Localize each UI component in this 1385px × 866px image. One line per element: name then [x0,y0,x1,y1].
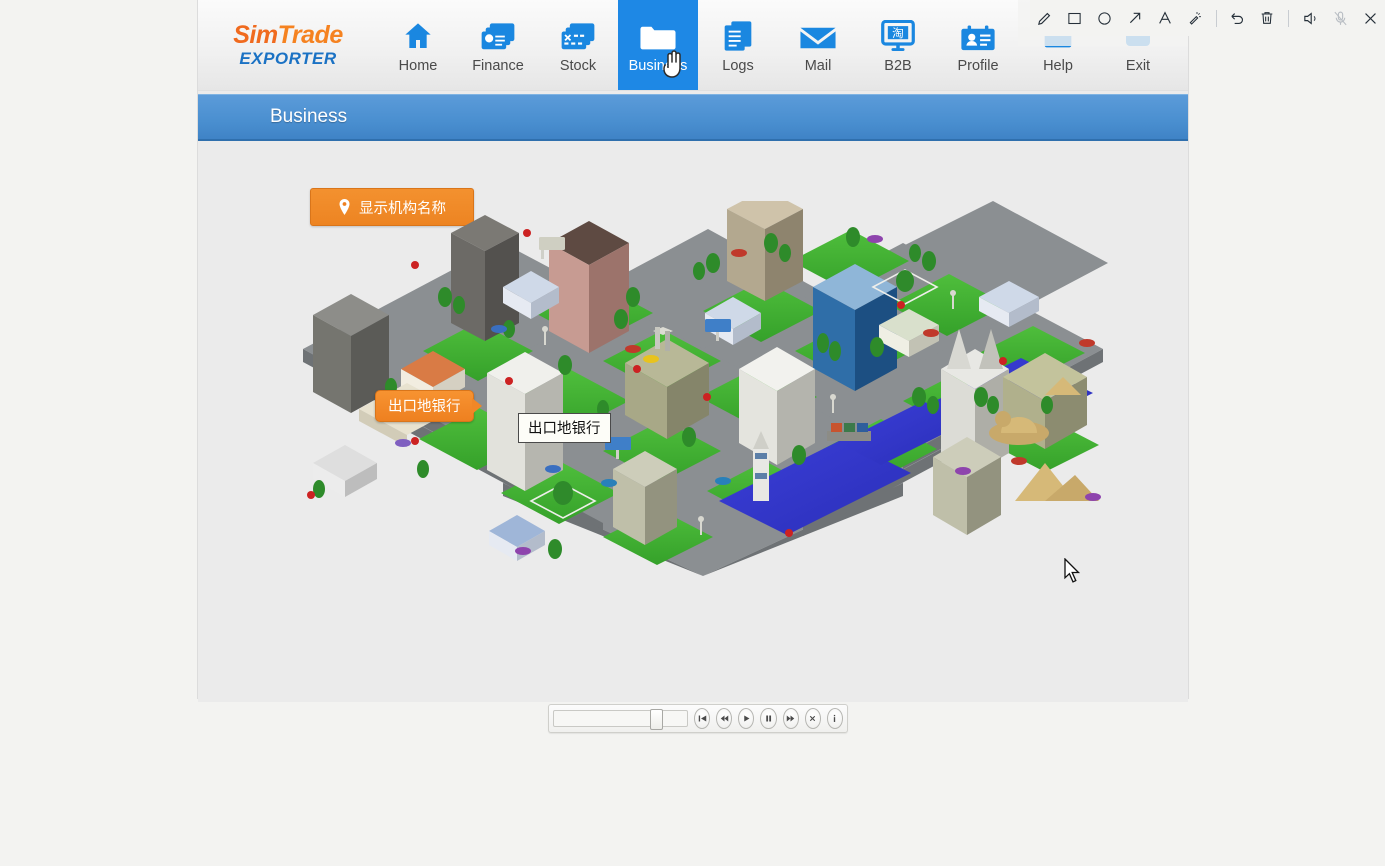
monitor-icon: 淘 [880,16,916,52]
playback-slider-thumb[interactable] [649,709,663,730]
screen: SimTrade EXPORTER Home Finance Stock Bus… [0,0,1385,866]
playback-controls-bar [548,704,848,733]
text-icon[interactable] [1152,4,1178,32]
nav-label-mail: Mail [804,58,832,74]
finance-icon [480,16,516,52]
building-white-tower-right [739,347,815,465]
nav-item-mail[interactable]: Mail [778,0,858,90]
business-content-area: 显示机构名称 出口地银行 出口地银行 [198,141,1188,702]
city-map-graphic[interactable] [303,201,1108,576]
nav-label-profile: Profile [957,58,999,74]
page-title-bar: Business [198,94,1188,141]
nav-label-b2b: B2B [884,58,912,74]
playback-progress-slider[interactable] [553,709,688,730]
map-label-text-orange: 出口地银行 [388,399,461,415]
logs-icon [721,16,755,52]
play-button[interactable] [738,708,755,729]
toolbar-divider [1215,9,1217,27]
rectangle-icon[interactable] [1062,4,1088,32]
trash-icon[interactable] [1254,4,1280,32]
nav-label-business: Business [628,58,688,74]
screen-recorder-toolbar [1030,0,1385,36]
nav-item-finance[interactable]: Finance [458,0,538,90]
mail-icon [799,16,837,52]
stop-close-button[interactable] [804,708,821,729]
nav-label-finance: Finance [472,58,524,74]
app-logo: SimTrade EXPORTER [198,0,378,90]
skip-back-button[interactable] [694,708,711,729]
simtrade-app-window: SimTrade EXPORTER Home Finance Stock Bus… [198,0,1188,702]
nav-label-home: Home [398,58,438,74]
nav-item-business[interactable]: Business [618,0,698,90]
microphone-muted-icon[interactable] [1327,4,1353,32]
nav-item-stock[interactable]: Stock [538,0,618,90]
page-title: Business [270,106,348,127]
folder-icon [639,16,677,52]
close-icon[interactable] [1357,4,1383,32]
building-beige-tower-2 [613,451,677,545]
nav-label-logs: Logs [722,58,754,74]
building-beige-tower [933,437,1001,535]
logo-exporter: EXPORTER [239,49,337,68]
logo-trade: Trade [277,21,344,49]
dock-landmark [827,423,871,441]
nav-item-profile[interactable]: Profile [938,0,1018,90]
logo-sim: Sim [233,21,278,49]
arrow-icon[interactable] [1122,4,1148,32]
ellipse-icon[interactable] [1092,4,1118,32]
undo-icon[interactable] [1224,4,1250,32]
svg-text:淘: 淘 [892,26,904,40]
pause-button[interactable] [760,708,777,729]
stock-icon [560,16,596,52]
map-label-export-bank-tooltip: 出口地银行 [518,413,611,443]
speaker-icon[interactable] [1297,4,1323,32]
nav-label-exit: Exit [1125,58,1151,74]
nav-item-logs[interactable]: Logs [698,0,778,90]
map-label-text-white: 出口地银行 [528,421,601,437]
isometric-city-map[interactable]: 出口地银行 出口地银行 [303,201,1108,576]
nav-label-help: Help [1043,58,1073,74]
nav-label-stock: Stock [559,58,597,74]
map-label-export-bank-callout[interactable]: 出口地银行 [375,390,474,422]
nav-item-b2b[interactable]: 淘 B2B [858,0,938,90]
toolbar-divider-2 [1288,9,1290,27]
id-card-icon [960,16,996,52]
pencil-icon[interactable] [1032,4,1058,32]
info-button[interactable] [826,708,843,729]
rewind-button[interactable] [716,708,733,729]
home-icon [400,16,436,52]
fast-forward-button[interactable] [782,708,799,729]
magic-wand-icon[interactable] [1182,4,1208,32]
nav-item-home[interactable]: Home [378,0,458,90]
